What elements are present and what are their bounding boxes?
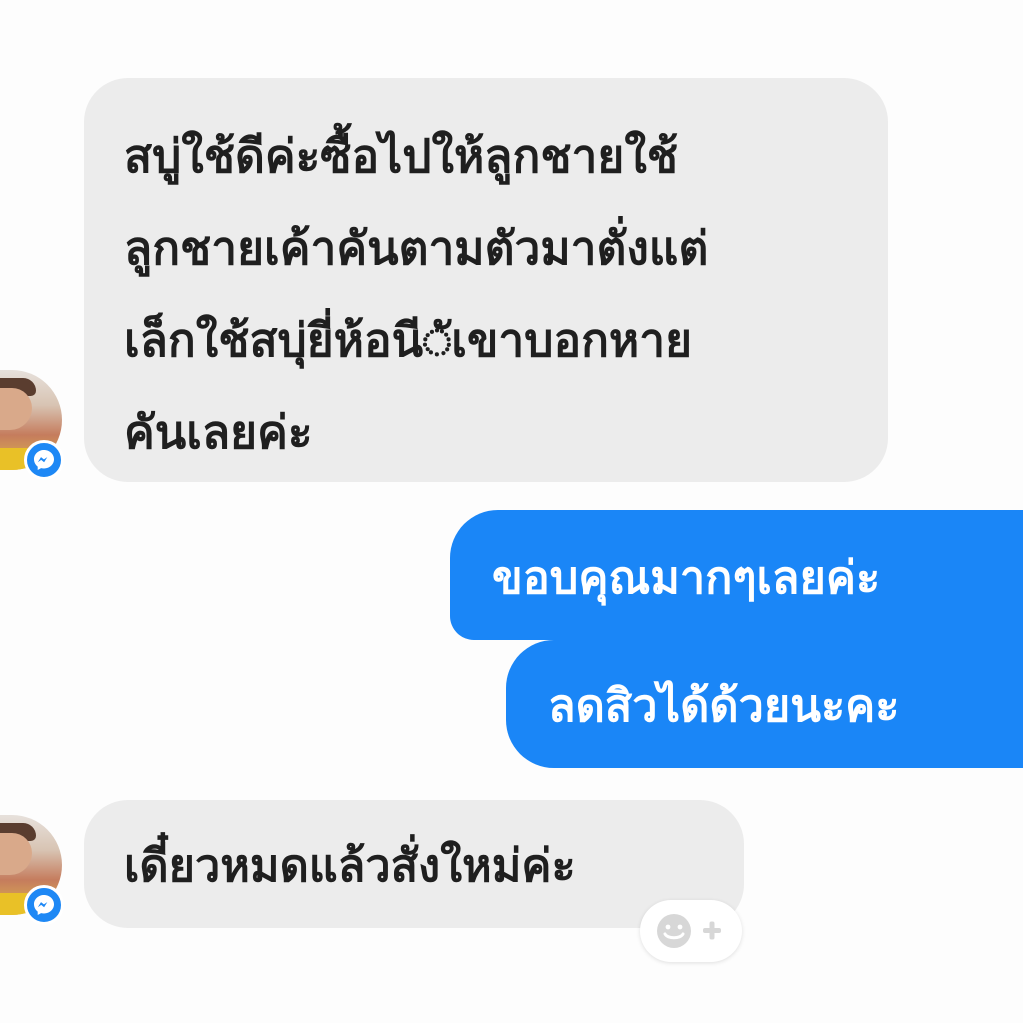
- message-line: ลูกชายเค้าคันตามตัวมาตั่งแต่: [124, 221, 709, 275]
- add-reaction-icon: [657, 914, 721, 948]
- message-line: เล็กใช้สบุ่ยี่ห้อนี◌ัเขาบอกหาย: [124, 313, 693, 367]
- message-line: คันเลยค่ะ: [124, 405, 313, 459]
- incoming-message-bubble[interactable]: เดี๋ยวหมดแล้วสั่งใหม่ค่ะ: [84, 800, 744, 928]
- outgoing-message-bubble[interactable]: ลดสิวได้ด้วยนะคะ: [506, 640, 1023, 768]
- add-reaction-button[interactable]: [640, 900, 742, 962]
- message-line: สบู่ใช้ดีค่ะซื้อไปให้ลูกชายใช้: [124, 129, 678, 183]
- sender-avatar[interactable]: [0, 815, 64, 925]
- outgoing-message-bubble[interactable]: ขอบคุณมากๆเลยค่ะ: [450, 510, 1023, 640]
- messenger-icon: [24, 440, 64, 480]
- message-text: เดี๋ยวหมดแล้วสั่งใหม่ค่ะ: [124, 839, 576, 892]
- incoming-message-bubble[interactable]: สบู่ใช้ดีค่ะซื้อไปให้ลูกชายใช้ ลูกชายเค้…: [84, 78, 888, 482]
- message-text: ลดสิวได้ด้วยนะคะ: [548, 679, 900, 732]
- sender-avatar[interactable]: [0, 370, 64, 480]
- message-text: ขอบคุณมากๆเลยค่ะ: [492, 551, 881, 604]
- chat-thread: สบู่ใช้ดีค่ะซื้อไปให้ลูกชายใช้ ลูกชายเค้…: [0, 0, 1023, 1023]
- messenger-icon: [24, 885, 64, 925]
